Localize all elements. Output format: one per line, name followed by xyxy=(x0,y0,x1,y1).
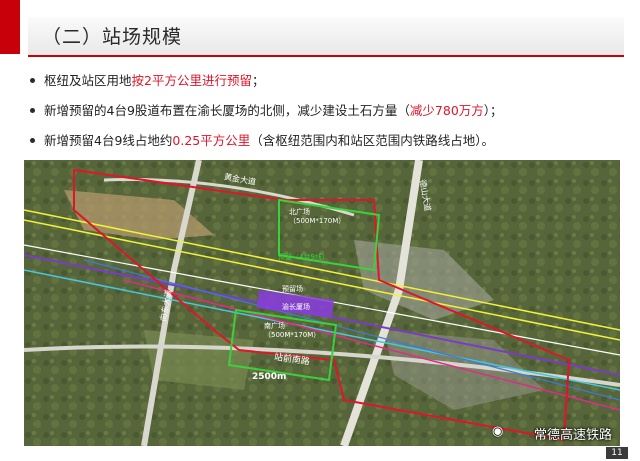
station-label: 预留场 xyxy=(282,285,303,293)
south-plaza-name: 南广场 xyxy=(264,322,285,330)
distance-label: 2500m xyxy=(252,372,287,382)
south-plaza-size: （500M*170M） xyxy=(264,331,321,339)
bullet-dot-icon xyxy=(30,108,35,113)
bullet-text: ）； xyxy=(483,103,503,118)
bullet-dot-icon xyxy=(30,78,35,83)
bullet-highlight: 0.25平方公里 xyxy=(172,133,251,148)
title-accent-bar xyxy=(0,0,20,54)
map-svg xyxy=(24,160,620,446)
bullet-dot-icon xyxy=(30,138,35,143)
bullet-list: 枢纽及站区用地按2平方公里进行预留； 新增预留的4台9股道布置在渝长厦场的北侧，… xyxy=(30,72,630,162)
south-plaza-label: 南广场 （500M*170M） xyxy=(264,322,320,340)
slide: （二）站场规模 枢纽及站区用地按2平方公里进行预留； 新增预留的4台9股道布置在… xyxy=(0,0,640,461)
bullet-text: ； xyxy=(251,73,265,88)
bullet-text: （含枢纽范围内和站区范围内铁路线占地）。 xyxy=(250,133,495,148)
watermark-text: 常德高速铁路 xyxy=(533,428,612,443)
wechat-icon: ◉ xyxy=(492,424,504,439)
satellite-map: 黄金大道 德山大道 向东大道 站前南路 北广场 （500M*170M） 预留（4… xyxy=(24,160,620,446)
bullet-item: 新增预留的4台9股道布置在渝长厦场的北侧，减少建设土石方量（减少780万方）； xyxy=(30,102,630,132)
bullet-text: 新增预留的4台9股道布置在渝长厦场的北侧，减少建设土石方量（ xyxy=(44,103,410,118)
north-plaza-size: （500M*170M） xyxy=(289,217,346,225)
bullet-item: 枢纽及站区用地按2平方公里进行预留； xyxy=(30,72,630,102)
north-plaza-name: 北广场 xyxy=(289,208,310,216)
bullet-text: 枢纽及站区用地 xyxy=(44,73,132,88)
page-number: 11 xyxy=(606,447,628,459)
bullet-highlight: 减少780万方 xyxy=(409,103,484,118)
north-plaza-label: 北广场 （500M*170M） xyxy=(289,208,345,226)
page-title: （二）站场规模 xyxy=(42,26,183,48)
bullet-text: 新增预留4台9线占地约 xyxy=(44,133,173,148)
station-label: 渝长厦场 xyxy=(282,303,310,311)
bullet-item: 新增预留4台9线占地约0.25平方公里（含枢纽范围内和站区范围内铁路线占地）。 xyxy=(30,132,630,162)
bullet-highlight: 按2平方公里进行预留 xyxy=(131,73,252,88)
reserve-label: 预留（4台9线） xyxy=(278,253,329,261)
